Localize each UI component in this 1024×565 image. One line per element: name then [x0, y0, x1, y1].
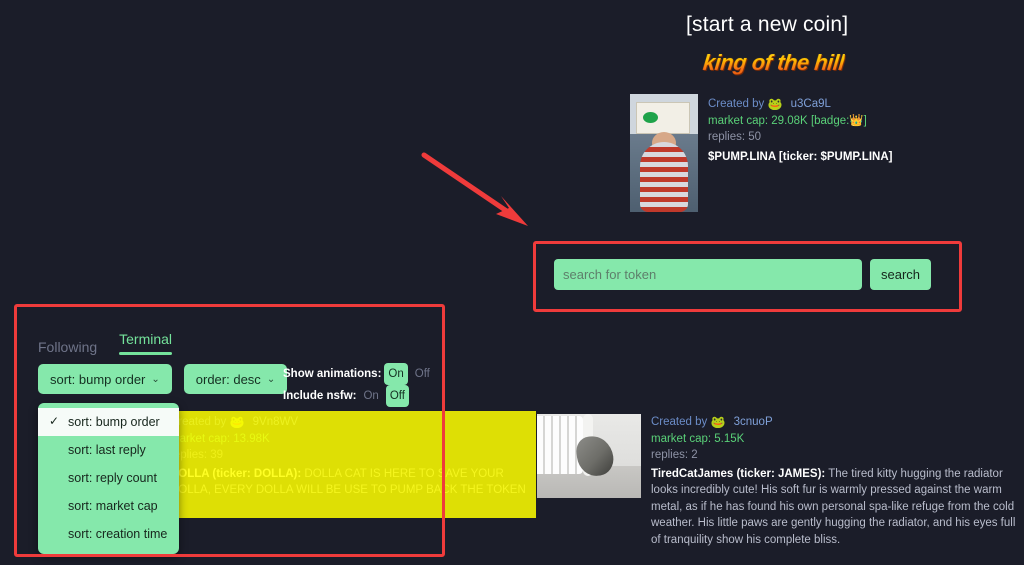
tab-following-label: Following	[38, 339, 98, 355]
coin-thumbnail-cat-radiator[interactable]	[537, 414, 641, 498]
replies-count: 2	[691, 449, 698, 461]
sort-menu-item-last-reply[interactable]: sort: last reply	[38, 436, 179, 464]
include-nsfw-label: Include nsfw:	[283, 390, 357, 402]
sort-menu-item-market-cap[interactable]: sort: market cap	[38, 492, 179, 520]
show-animations-off[interactable]: Off	[411, 363, 434, 385]
market-cap-value: 13.98K	[233, 432, 270, 445]
sort-dropdown-menu[interactable]: ✓ sort: bump order sort: last reply sort…	[38, 403, 179, 554]
coin-creator-handle[interactable]: u3Ca9L	[791, 98, 831, 110]
show-animations-toggle: Show animations: On Off	[283, 363, 434, 385]
annotation-arrow-icon	[421, 152, 528, 226]
coin-creator-handle[interactable]: 9Vn8WV	[253, 416, 298, 428]
coin-description[interactable]: TiredCatJames (ticker: JAMES): The tired…	[651, 466, 1019, 549]
replies-count: 39	[210, 449, 224, 461]
order-dropdown-label: order: desc	[195, 371, 261, 387]
pepe-avatar-icon: 🐸	[229, 415, 245, 429]
search-input[interactable]	[554, 259, 862, 290]
pepe-avatar-icon: 🐸	[767, 97, 783, 111]
market-cap-value: 29.08K	[771, 114, 808, 127]
tab-following[interactable]: Following	[38, 339, 97, 360]
app-root: [start a new coin] king of the hill Crea…	[0, 0, 1024, 565]
market-cap-label: market cap:	[170, 432, 231, 445]
sort-dropdown-label: sort: bump order	[50, 371, 146, 387]
coin-title: TiredCatJames (ticker: JAMES):	[651, 467, 826, 480]
coin-creator-row: Created by 🐸 9Vn8WV	[170, 414, 540, 431]
coin-card-dolla[interactable]: Created by 🐸 9Vn8WV market cap: 13.98K r…	[170, 414, 540, 499]
include-nsfw-on[interactable]: On	[359, 385, 382, 407]
coin-market-cap-row: market cap: 29.08K [badge:👑]	[708, 113, 892, 130]
show-animations-on[interactable]: On	[384, 363, 408, 385]
coin-description[interactable]: DOLLA (ticker: DOLLA): DOLLA CAT IS HERE…	[170, 466, 540, 499]
check-icon: ✓	[49, 414, 60, 428]
crown-icon: 👑	[849, 114, 864, 127]
chevron-down-icon: ⌄	[151, 373, 160, 385]
badge-close: ]	[863, 114, 867, 127]
search-row: search	[554, 259, 932, 290]
tab-terminal-label: Terminal	[119, 331, 173, 347]
replies-count: 50	[748, 131, 762, 143]
created-by-label: Created by	[708, 98, 765, 110]
search-button[interactable]: search	[870, 259, 932, 290]
pepe-avatar-icon: 🐸	[710, 415, 726, 429]
king-of-the-hill-banner: king of the hill	[701, 50, 846, 75]
sort-menu-item-label: sort: bump order	[68, 415, 160, 429]
coin-title: DOLLA (ticker: DOLLA):	[170, 467, 302, 480]
coin-meta: Created by 🐸 9Vn8WV market cap: 13.98K r…	[170, 414, 540, 499]
sort-menu-item-label: sort: market cap	[68, 499, 158, 513]
coin-replies-row: replies: 39	[170, 447, 540, 464]
market-cap-label: market cap:	[651, 432, 712, 445]
tab-terminal[interactable]: Terminal	[119, 331, 173, 360]
coin-replies-row: replies: 50	[708, 129, 892, 146]
market-cap-value: 5.15K	[714, 432, 745, 445]
created-by-label: Created by	[651, 416, 708, 428]
replies-label: replies:	[651, 449, 689, 461]
coin-thumbnail-pump-lina[interactable]	[630, 94, 698, 212]
sort-dropdown-button[interactable]: sort: bump order ⌄	[38, 364, 172, 394]
terminal-toggles: Show animations: On Off Include nsfw: On Off	[283, 363, 434, 407]
sort-menu-item-label: sort: creation time	[68, 527, 168, 541]
replies-label: replies:	[708, 131, 746, 143]
coin-meta: Created by 🐸 u3Ca9L market cap: 29.08K […	[708, 94, 892, 212]
market-cap-label: market cap:	[708, 114, 769, 127]
sort-menu-item-label: sort: last reply	[68, 443, 146, 457]
show-animations-label: Show animations:	[283, 368, 382, 380]
coin-creator-row: Created by 🐸 u3Ca9L	[708, 96, 892, 113]
terminal-controls-row: sort: bump order ⌄ order: desc ⌄	[38, 364, 288, 394]
king-of-the-hill-coin-card[interactable]: Created by 🐸 u3Ca9L market cap: 29.08K […	[630, 94, 892, 212]
coin-meta: Created by 🐸 3cnuoP market cap: 5.15K re…	[651, 414, 1019, 548]
badge-label: [badge:	[810, 114, 850, 127]
terminal-tab-bar: Following Terminal	[38, 331, 173, 360]
coin-market-cap-row: market cap: 13.98K	[170, 431, 540, 448]
coin-card-tiredcatjames[interactable]: Created by 🐸 3cnuoP market cap: 5.15K re…	[537, 414, 1024, 548]
coin-market-cap-row: market cap: 5.15K	[651, 431, 1019, 448]
coin-creator-handle[interactable]: 3cnuoP	[734, 416, 773, 428]
include-nsfw-toggle: Include nsfw: On Off	[283, 385, 434, 407]
sort-menu-item-creation-time[interactable]: sort: creation time	[38, 520, 179, 548]
include-nsfw-off[interactable]: Off	[385, 385, 409, 407]
coin-title[interactable]: $PUMP.LINA [ticker: $PUMP.LINA]	[708, 149, 892, 166]
order-dropdown-button[interactable]: order: desc ⌄	[183, 364, 288, 394]
start-new-coin-link[interactable]: [start a new coin]	[686, 13, 848, 37]
coin-replies-row: replies: 2	[651, 447, 1019, 464]
chevron-down-icon: ⌄	[266, 373, 276, 385]
coin-creator-row: Created by 🐸 3cnuoP	[651, 414, 1019, 431]
sort-menu-item-bump-order[interactable]: ✓ sort: bump order	[38, 408, 179, 436]
tab-underline	[119, 352, 173, 355]
sort-menu-item-reply-count[interactable]: sort: reply count	[38, 464, 179, 492]
sort-menu-item-label: sort: reply count	[68, 471, 157, 485]
